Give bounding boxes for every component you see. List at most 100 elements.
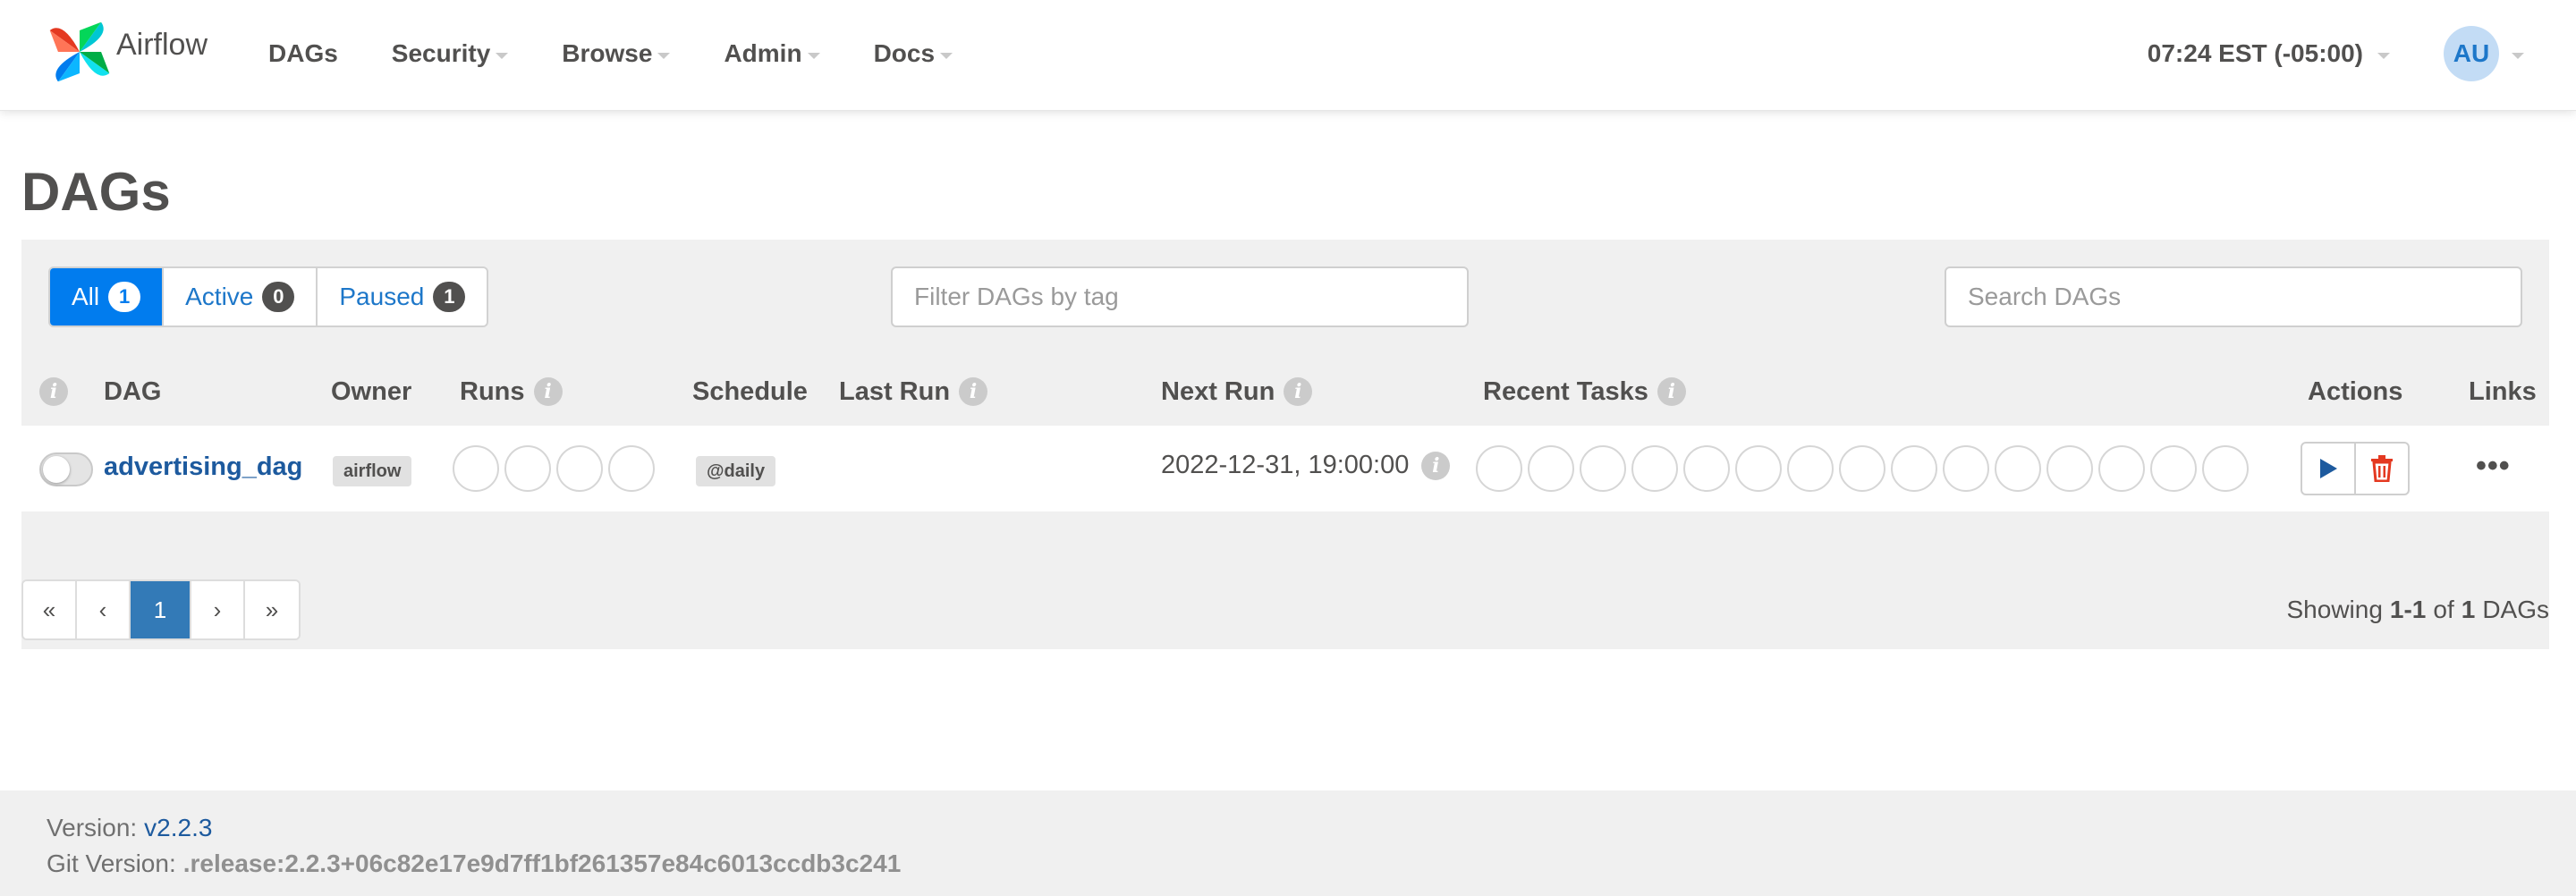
trigger-dag-button[interactable] [2301,442,2356,495]
showing-suffix: DAGs [2482,596,2549,623]
menu-dags[interactable]: DAGs [268,39,338,68]
airflow-brand[interactable]: Airflow [47,16,208,88]
main-menu: DAGs Security Browse Admin Docs [268,0,1006,107]
delete-dag-button[interactable] [2354,442,2410,495]
user-menu[interactable]: AU [2444,26,2524,81]
run-state-circle[interactable] [504,445,551,492]
page-prev-button[interactable]: ‹ [77,581,131,638]
pause-toggle[interactable] [39,452,93,486]
page-current-button[interactable]: 1 [131,581,191,638]
play-icon [2320,459,2337,478]
run-state-circle[interactable] [556,445,603,492]
chevron-down-icon [807,52,820,59]
info-icon[interactable]: i [1657,377,1686,406]
footer: Version: v2.2.3 Git Version: .release:2.… [0,790,2576,896]
page-first-button[interactable]: « [23,581,77,638]
next-run-value: 2022-12-31, 19:00:00 [1161,451,1410,479]
navbar-right: 07:24 EST (-05:00) AU [2148,0,2524,107]
header-schedule-label: Schedule [692,376,808,406]
task-state-circle[interactable] [1580,445,1626,492]
info-icon[interactable]: i [1421,451,1451,480]
trash-icon [2371,455,2393,482]
task-state-circle[interactable] [1995,445,2041,492]
chevron-down-icon [2377,52,2390,59]
task-state-circle[interactable] [1528,445,1574,492]
owner-label[interactable]: airflow [333,456,412,486]
task-state-circle[interactable] [2046,445,2093,492]
task-state-circle[interactable] [2098,445,2145,492]
menu-admin-label: Admin [724,39,802,67]
showing-total: 1 [2461,596,2476,623]
top-navbar: Airflow DAGs Security Browse Admin Docs … [0,0,2576,111]
task-state-circle[interactable] [1683,445,1730,492]
header-next-run-label: Next Run [1161,376,1275,406]
header-owner-label: Owner [331,376,412,406]
header-recent-tasks: Recent Tasks i [1483,374,1686,410]
airflow-logo-icon [49,21,110,82]
timezone-clock[interactable]: 07:24 EST (-05:00) [2148,39,2390,68]
menu-browse-label: Browse [562,39,653,67]
info-icon[interactable]: i [533,377,563,406]
filter-paused-button[interactable]: Paused 1 [318,268,487,325]
info-icon[interactable]: i [1284,377,1313,406]
task-state-circle[interactable] [1839,445,1885,492]
page-next-button[interactable]: › [191,581,245,638]
version-link[interactable]: v2.2.3 [144,814,212,842]
task-state-circle[interactable] [1476,445,1522,492]
menu-browse[interactable]: Browse [562,39,671,68]
task-state-circle[interactable] [1891,445,1937,492]
more-dots-icon[interactable]: ••• [2476,451,2511,481]
version-line: Version: v2.2.3 [47,810,2576,846]
header-dag-label: DAG [104,376,162,406]
header-last-run[interactable]: Last Run i [839,374,988,410]
header-runs-label: Runs [460,376,525,406]
header-actions-label: Actions [2308,376,2403,406]
header-next-run[interactable]: Next Run i [1161,374,1313,410]
info-icon[interactable]: i [959,377,988,406]
header-links: Links [2469,374,2537,410]
chevron-down-icon [496,52,509,59]
menu-admin[interactable]: Admin [724,39,820,68]
schedule-label[interactable]: @daily [696,456,776,486]
filter-paused-label: Paused [339,283,425,310]
brand-name: Airflow [116,27,208,62]
header-runs: Runs i [460,374,563,410]
avatar: AU [2444,26,2499,81]
menu-docs[interactable]: Docs [874,39,953,68]
tag-filter-input[interactable]: Filter DAGs by tag [891,266,1469,327]
menu-security[interactable]: Security [392,39,509,68]
search-dags-input[interactable]: Search DAGs [1945,266,2522,327]
version-label: Version: [47,814,138,841]
task-state-circle[interactable] [2150,445,2197,492]
info-icon[interactable]: i [39,377,68,406]
header-links-label: Links [2469,376,2537,406]
header-dag[interactable]: DAG [104,374,161,410]
filter-all-count: 1 [108,282,141,312]
chevron-down-icon [940,52,953,59]
git-version-label: Git Version: [47,850,176,877]
header-actions: Actions [2308,374,2402,410]
clock-text: 07:24 EST (-05:00) [2147,39,2363,67]
search-placeholder: Search DAGs [1968,283,2122,310]
run-state-circle[interactable] [453,445,499,492]
page-title: DAGs [21,162,171,222]
filter-active-button[interactable]: Active 0 [164,268,318,325]
dag-id-link[interactable]: advertising_dag [104,452,302,482]
task-state-circle[interactable] [1735,445,1782,492]
menu-security-label: Security [391,39,491,67]
page-last-button[interactable]: » [245,581,299,638]
task-state-circle[interactable] [2202,445,2249,492]
next-run-cell: 2022-12-31, 19:00:00 i [1161,451,1451,480]
filter-active-count: 0 [262,282,295,312]
showing-range: 1-1 [2389,596,2427,623]
task-state-circle[interactable] [1631,445,1678,492]
header-schedule: Schedule [692,374,808,410]
task-state-circle[interactable] [1943,445,1989,492]
run-state-circle[interactable] [608,445,655,492]
header-owner[interactable]: Owner [331,374,411,410]
filter-all-button[interactable]: All 1 [50,268,165,325]
filter-active-label: Active [185,283,254,310]
toggle-knob [43,456,70,483]
tag-filter-placeholder: Filter DAGs by tag [914,283,1119,310]
task-state-circle[interactable] [1787,445,1834,492]
